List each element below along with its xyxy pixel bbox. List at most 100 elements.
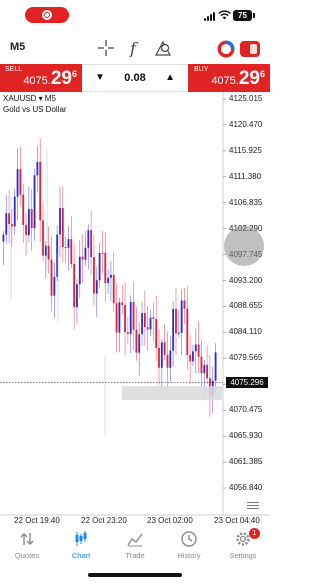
candle-bear bbox=[39, 161, 42, 221]
price-zone-highlight bbox=[122, 386, 222, 401]
candle-bear bbox=[126, 332, 129, 334]
chart-symbol[interactable]: XAUUSD ▾ M5 bbox=[3, 94, 56, 103]
candle-bear bbox=[163, 342, 166, 355]
candle-bear bbox=[64, 247, 67, 249]
candle-bull bbox=[67, 239, 70, 248]
candle-bull bbox=[129, 302, 132, 334]
candle-bull bbox=[169, 350, 172, 368]
wifi-icon bbox=[218, 10, 231, 20]
candle-bull bbox=[16, 169, 19, 197]
candle-bear bbox=[166, 354, 169, 368]
chart-toolbar: M5 f bbox=[0, 34, 270, 62]
candle-bull bbox=[194, 344, 197, 352]
candle-bear bbox=[124, 305, 126, 333]
candle-bull bbox=[138, 334, 141, 353]
candle-bull bbox=[76, 284, 78, 308]
candle-bull bbox=[98, 252, 101, 281]
candle-bear bbox=[101, 252, 104, 254]
one-click-trade-panel: SELL 4075.296 ▼ 0.08 ▲ BUY 4075.296 bbox=[0, 64, 270, 92]
candle-bull bbox=[110, 274, 112, 278]
candle-bear bbox=[189, 354, 192, 362]
tab-settings[interactable]: 1 Settings bbox=[216, 528, 270, 564]
chart-icon bbox=[75, 531, 87, 546]
candle-bear bbox=[112, 274, 115, 304]
price-tick-label: 4125.015 bbox=[229, 94, 263, 103]
candle-bull bbox=[78, 256, 81, 285]
price-tick-label: 4070.475 bbox=[229, 405, 263, 415]
price-tick-label: 4056.840 bbox=[229, 483, 263, 492]
candle-bear bbox=[25, 224, 27, 236]
price-tick-label: 4065.930 bbox=[229, 431, 263, 441]
indicator-icon[interactable]: f bbox=[126, 39, 144, 57]
home-indicator bbox=[88, 573, 182, 577]
candle-bear bbox=[186, 308, 189, 355]
one-click-trading-icon[interactable] bbox=[240, 40, 260, 58]
candle-bear bbox=[143, 313, 146, 328]
candle-bull bbox=[180, 300, 183, 333]
price-chart[interactable]: XAUUSD ▾ M5 Gold vs US Dollar 4125.015 41… bbox=[0, 92, 270, 525]
timeframe-button[interactable]: M5 bbox=[10, 41, 25, 53]
svg-text:f: f bbox=[129, 39, 139, 57]
candle-bear bbox=[132, 302, 135, 330]
crosshair-icon[interactable] bbox=[97, 39, 115, 57]
buy-button[interactable]: BUY 4075.296 bbox=[188, 64, 270, 92]
candle-bull bbox=[87, 230, 90, 248]
tab-chart[interactable]: Chart bbox=[54, 528, 108, 564]
lot-increase-button[interactable]: ▲ bbox=[165, 72, 175, 83]
account-icon[interactable] bbox=[217, 40, 235, 58]
candle-bear bbox=[121, 302, 124, 306]
price-tick-label: 4120.470 bbox=[229, 119, 263, 129]
candle-bull bbox=[53, 276, 56, 296]
candle-bear bbox=[8, 213, 10, 224]
status-bar: 75 bbox=[0, 0, 270, 34]
tab-settings-label: Settings bbox=[229, 551, 257, 560]
time-tick-label: 22 Oct 19:40 bbox=[14, 516, 60, 525]
candle-bear bbox=[104, 252, 107, 284]
candle-bear bbox=[158, 347, 160, 368]
price-tick-label: 4088.655 bbox=[229, 301, 263, 311]
candle-bull bbox=[107, 277, 109, 284]
candle-bull bbox=[172, 308, 175, 351]
bottom-tab-bar: Quotes Chart Trade History 1 Settings bbox=[0, 528, 270, 564]
candle-bull bbox=[2, 234, 5, 242]
buy-label: BUY bbox=[194, 66, 209, 73]
price-tick-label: 4079.565 bbox=[229, 353, 263, 363]
screen-recording-indicator[interactable] bbox=[25, 7, 69, 23]
trade-icon bbox=[127, 533, 143, 547]
price-tick-label: 4111.380 bbox=[229, 171, 262, 181]
time-tick-label: 23 Oct 02:00 bbox=[147, 516, 193, 525]
candle-bear bbox=[42, 220, 44, 256]
tab-quotes-label: Quotes bbox=[14, 551, 40, 560]
chart-drag-handle-icon[interactable] bbox=[247, 502, 259, 510]
candle-bear bbox=[197, 344, 200, 357]
candle-bear bbox=[152, 317, 155, 320]
tab-trade[interactable]: Trade bbox=[108, 528, 162, 564]
sell-button[interactable]: SELL 4075.296 bbox=[0, 64, 82, 92]
candle-bear bbox=[70, 239, 73, 264]
tab-quotes[interactable]: Quotes bbox=[0, 528, 54, 564]
battery-icon: 75 bbox=[233, 10, 255, 21]
candle-bear bbox=[22, 194, 25, 225]
candle-bull bbox=[177, 332, 180, 334]
candle-bear bbox=[155, 319, 158, 348]
price-tick-label: 4061.385 bbox=[229, 457, 263, 467]
candle-bear bbox=[47, 245, 50, 260]
candle-bear bbox=[175, 308, 177, 334]
candle-bear bbox=[115, 303, 118, 333]
tab-history[interactable]: History bbox=[162, 528, 216, 564]
candle-bull bbox=[44, 245, 47, 256]
tab-trade-label: Trade bbox=[125, 551, 145, 560]
touch-indicator bbox=[224, 226, 264, 266]
candle-bull bbox=[95, 280, 98, 294]
candle-bull bbox=[118, 302, 121, 333]
price-tick-label: 4106.835 bbox=[229, 197, 263, 207]
candle-bull bbox=[160, 342, 163, 368]
lot-size-control: ▼ 0.08 ▲ bbox=[82, 64, 188, 92]
candle-bull bbox=[84, 247, 87, 260]
candle-bull bbox=[192, 351, 194, 362]
candle-bear bbox=[135, 329, 138, 353]
time-tick-label: 23 Oct 04:40 bbox=[214, 516, 260, 525]
price-tick-label: 4115.925 bbox=[229, 145, 262, 155]
candle-bull bbox=[5, 213, 8, 235]
objects-icon[interactable] bbox=[154, 39, 172, 57]
